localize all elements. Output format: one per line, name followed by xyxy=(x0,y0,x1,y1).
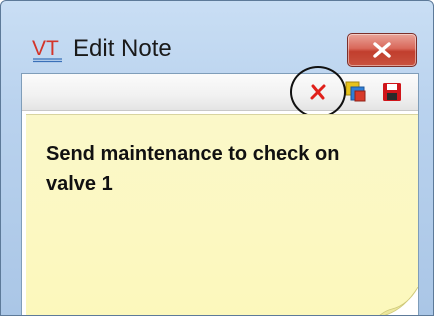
note-client-area: Send maintenance to check on valve 1 xyxy=(21,66,419,315)
color-layers-icon xyxy=(345,81,366,102)
page-curl-decoration xyxy=(379,287,418,315)
save-note-button[interactable] xyxy=(378,78,406,106)
delete-x-icon xyxy=(310,84,326,100)
window-title: Edit Note xyxy=(73,35,172,62)
app-logo-text: VT xyxy=(32,37,59,60)
note-text[interactable]: Send maintenance to check on valve 1 xyxy=(46,139,386,199)
save-floppy-icon xyxy=(383,83,401,101)
close-x-icon xyxy=(373,42,391,58)
note-text-area[interactable]: Send maintenance to check on valve 1 xyxy=(26,114,418,315)
app-logo: VT xyxy=(31,35,65,63)
title-bar[interactable]: VT Edit Note xyxy=(1,1,433,71)
note-color-button[interactable] xyxy=(342,78,370,106)
delete-note-button[interactable] xyxy=(304,78,332,106)
edit-note-window: VT Edit Note Send maintenance to check o… xyxy=(0,0,434,316)
close-window-button[interactable] xyxy=(347,33,417,67)
note-toolbar xyxy=(22,66,418,118)
